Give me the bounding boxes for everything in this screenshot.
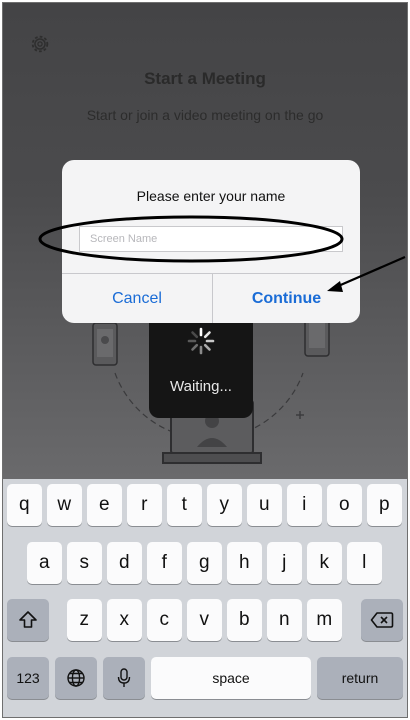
globe-icon [67, 669, 85, 687]
cancel-button[interactable]: Cancel [62, 274, 212, 323]
key-v[interactable]: v [187, 599, 222, 641]
name-dialog: Please enter your name Cancel Continue [62, 160, 360, 323]
microphone-icon [117, 668, 131, 687]
keyboard: qwertyuiop asdfghjkl zxcvbnm 123 space r… [3, 479, 407, 717]
globe-key[interactable] [55, 657, 97, 699]
space-key[interactable]: space [151, 657, 311, 699]
phone-screen: Start a Meeting Start or join a video me… [2, 2, 408, 718]
key-o[interactable]: o [327, 484, 362, 526]
key-i[interactable]: i [287, 484, 322, 526]
waiting-indicator: Waiting... [149, 308, 253, 418]
microphone-key[interactable] [103, 657, 145, 699]
key-u[interactable]: u [247, 484, 282, 526]
key-y[interactable]: y [207, 484, 242, 526]
key-x[interactable]: x [107, 599, 142, 641]
screen-name-input[interactable] [79, 226, 343, 252]
key-q[interactable]: q [7, 484, 42, 526]
key-t[interactable]: t [167, 484, 202, 526]
backspace-key[interactable] [361, 599, 403, 641]
key-s[interactable]: s [67, 542, 102, 584]
key-h[interactable]: h [227, 542, 262, 584]
return-key[interactable]: return [317, 657, 403, 699]
key-r[interactable]: r [127, 484, 162, 526]
key-p[interactable]: p [367, 484, 402, 526]
key-z[interactable]: z [67, 599, 102, 641]
key-f[interactable]: f [147, 542, 182, 584]
continue-button[interactable]: Continue [213, 274, 360, 323]
waiting-label: Waiting... [170, 378, 232, 395]
key-d[interactable]: d [107, 542, 142, 584]
shift-key[interactable] [7, 599, 49, 641]
key-w[interactable]: w [47, 484, 82, 526]
key-e[interactable]: e [87, 484, 122, 526]
numbers-key[interactable]: 123 [7, 657, 49, 699]
key-m[interactable]: m [307, 599, 342, 641]
backspace-icon [370, 612, 394, 628]
dialog-title: Please enter your name [136, 188, 286, 204]
key-j[interactable]: j [267, 542, 302, 584]
key-a[interactable]: a [27, 542, 62, 584]
key-b[interactable]: b [227, 599, 262, 641]
key-l[interactable]: l [347, 542, 382, 584]
key-n[interactable]: n [267, 599, 302, 641]
key-k[interactable]: k [307, 542, 342, 584]
key-c[interactable]: c [147, 599, 182, 641]
key-g[interactable]: g [187, 542, 222, 584]
phone-illustration [92, 322, 118, 366]
shift-icon [19, 611, 37, 628]
spinner-icon [187, 327, 215, 355]
